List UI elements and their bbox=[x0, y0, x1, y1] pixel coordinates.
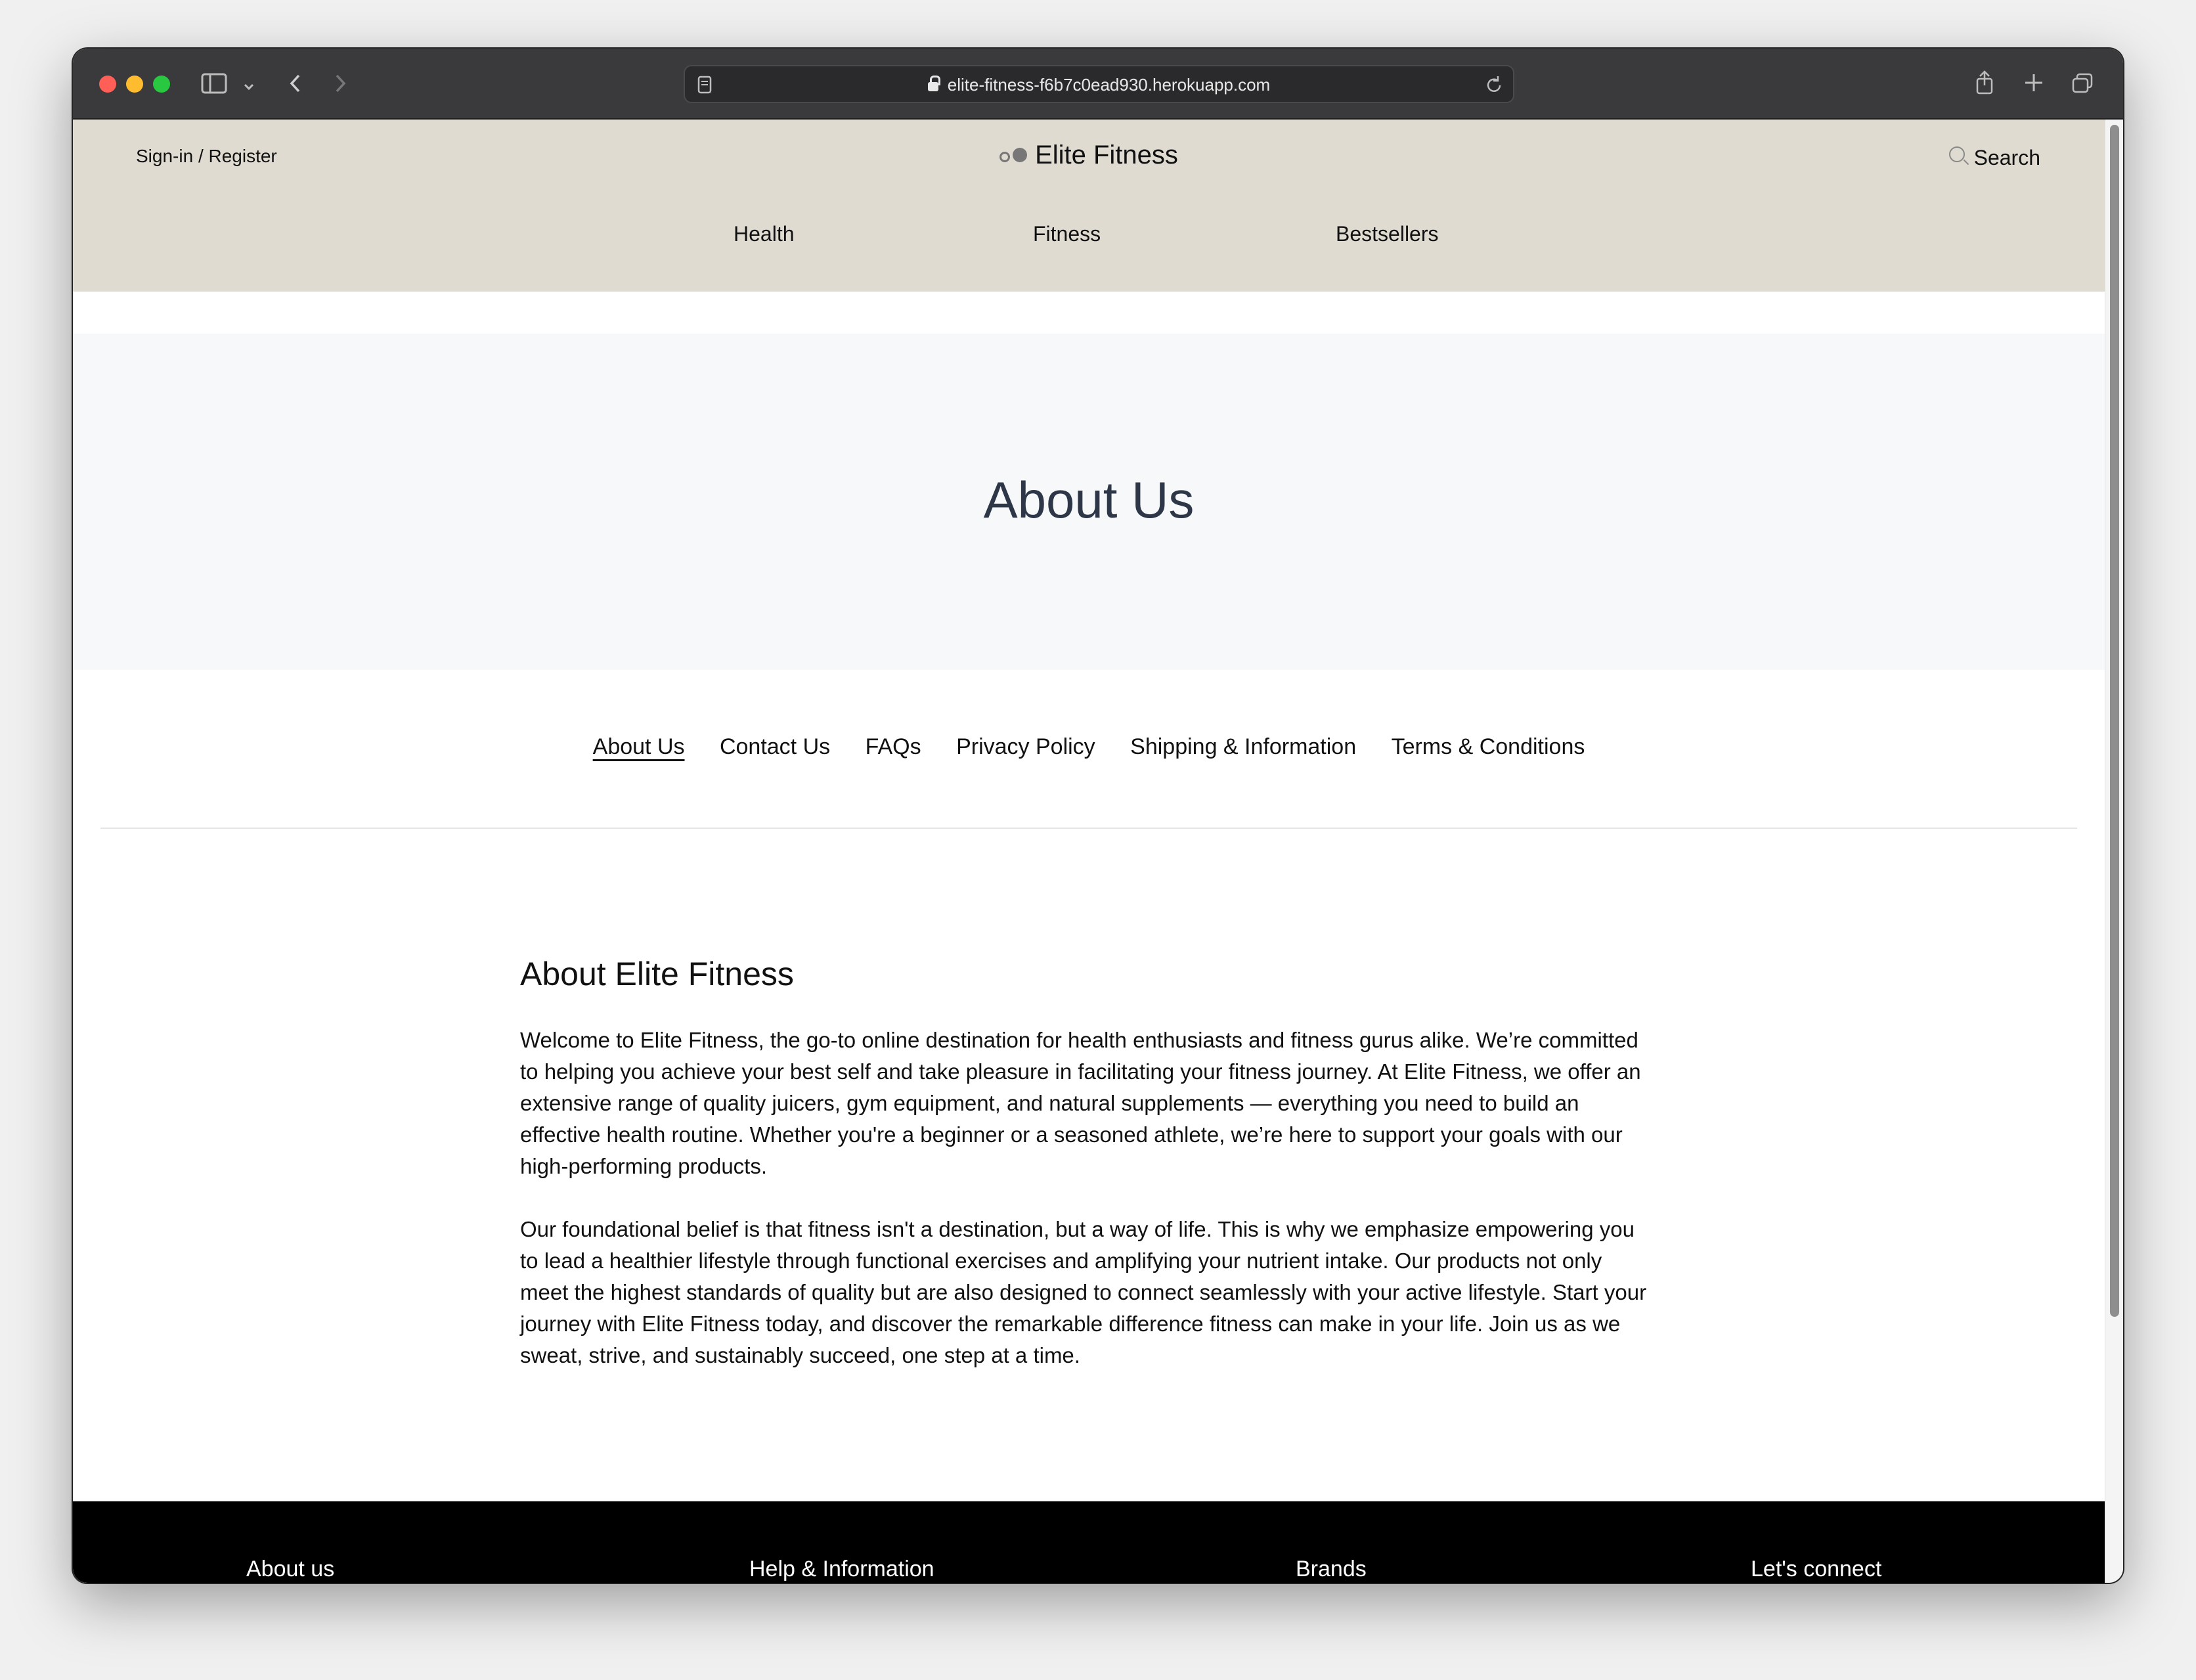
web-page: Sign-in / Register Elite Fitness Search … bbox=[73, 120, 2105, 1583]
lock-icon bbox=[927, 76, 940, 91]
footer-heading-brands: Brands bbox=[1296, 1557, 1367, 1581]
about-paragraph: Our foundational belief is that fitness … bbox=[520, 1217, 1647, 1367]
about-paragraph: Welcome to Elite Fitness, the go-to onli… bbox=[520, 1028, 1641, 1178]
search-button[interactable]: Search bbox=[1948, 146, 2040, 170]
browser-toolbar: elite-fitness-f6b7c0ead930.herokuapp.com bbox=[73, 49, 2123, 120]
page-hero: About Us bbox=[73, 334, 2105, 670]
browser-window: elite-fitness-f6b7c0ead930.herokuapp.com… bbox=[73, 49, 2123, 1583]
footer-heading-connect: Let's connect bbox=[1751, 1557, 1882, 1581]
about-heading: About Elite Fitness bbox=[520, 956, 794, 992]
page-title: About Us bbox=[983, 471, 1195, 529]
subnav-contact-us[interactable]: Contact Us bbox=[720, 734, 830, 759]
subnav-faqs[interactable]: FAQs bbox=[866, 734, 921, 759]
nav-fitness[interactable]: Fitness bbox=[1033, 222, 1101, 246]
site-header: Sign-in / Register Elite Fitness Search … bbox=[73, 120, 2105, 292]
nav-health[interactable]: Health bbox=[734, 222, 795, 246]
minimize-window-button[interactable] bbox=[126, 76, 143, 93]
site-footer: About us Help & Information Brands Let's… bbox=[73, 1501, 2105, 1583]
fullscreen-window-button[interactable] bbox=[153, 76, 170, 93]
scrollbar-thumb[interactable] bbox=[2110, 125, 2119, 1317]
sidebar-toggle-icon[interactable] bbox=[201, 72, 227, 99]
back-arrow-icon[interactable] bbox=[287, 72, 304, 99]
forward-arrow-icon[interactable] bbox=[332, 72, 349, 99]
brand-name[interactable]: Elite Fitness bbox=[1035, 141, 1178, 169]
search-label: Search bbox=[1973, 146, 2040, 169]
about-content: About Elite Fitness Welcome to Elite Fit… bbox=[520, 955, 1652, 1403]
tab-overview-icon[interactable] bbox=[2071, 72, 2094, 99]
brand-logo-icon bbox=[999, 139, 1028, 169]
close-window-button[interactable] bbox=[99, 76, 116, 93]
url-text[interactable]: elite-fitness-f6b7c0ead930.herokuapp.com bbox=[948, 75, 1270, 95]
new-tab-icon[interactable] bbox=[2023, 72, 2044, 97]
subnav-terms-conditions[interactable]: Terms & Conditions bbox=[1392, 734, 1585, 759]
footer-heading-help: Help & Information bbox=[749, 1557, 934, 1581]
info-pages-nav: About Us Contact Us FAQs Privacy Policy … bbox=[73, 734, 2105, 760]
subnav-about-us[interactable]: About Us bbox=[593, 734, 685, 759]
brand-logo[interactable]: Elite Fitness bbox=[73, 141, 2105, 171]
address-url[interactable]: elite-fitness-f6b7c0ead930.herokuapp.com bbox=[685, 75, 1513, 95]
nav-bestsellers[interactable]: Bestsellers bbox=[1336, 222, 1439, 246]
search-icon bbox=[1948, 146, 1965, 162]
subnav-shipping-information[interactable]: Shipping & Information bbox=[1130, 734, 1356, 759]
address-bar[interactable]: elite-fitness-f6b7c0ead930.herokuapp.com bbox=[684, 65, 1514, 103]
chevron-down-icon[interactable] bbox=[242, 75, 255, 97]
reload-icon[interactable] bbox=[1484, 74, 1504, 99]
subnav-privacy-policy[interactable]: Privacy Policy bbox=[956, 734, 1095, 759]
footer-heading-about: About us bbox=[246, 1557, 335, 1581]
section-divider bbox=[100, 828, 2077, 829]
share-icon[interactable] bbox=[1974, 70, 1995, 100]
